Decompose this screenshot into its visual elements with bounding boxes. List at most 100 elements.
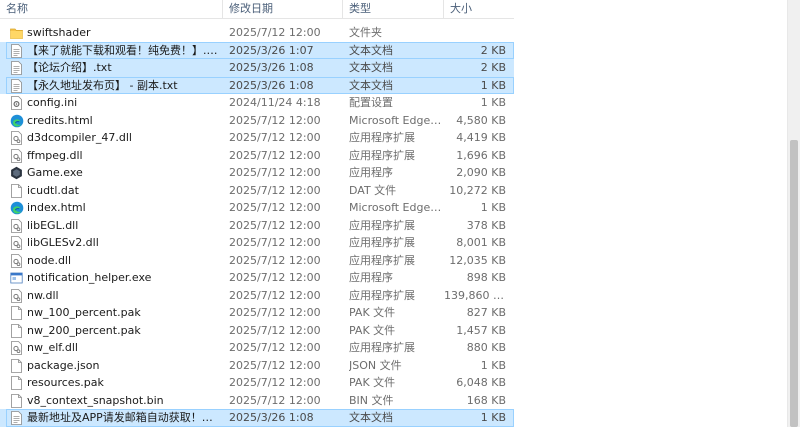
file-name: 最新地址及APP请发邮箱自动获取！！！.... bbox=[27, 411, 221, 424]
file-row[interactable]: swiftshader 2025/7/12 12:00 文件夹 bbox=[0, 24, 514, 42]
folder-icon bbox=[10, 26, 23, 40]
file-name: nw_100_percent.pak bbox=[27, 306, 141, 319]
file-date-modified: 2025/7/12 12:00 bbox=[229, 148, 321, 162]
file-type: 文本文档 bbox=[349, 61, 393, 74]
file-row[interactable]: 【论坛介绍】.txt 2025/3/26 1:08 文本文档 2 KB bbox=[0, 59, 514, 77]
blank-file-icon bbox=[10, 393, 23, 408]
file-name: index.html bbox=[27, 201, 86, 214]
file-date-modified: 2025/7/12 12:00 bbox=[229, 376, 321, 389]
vertical-scrollbar[interactable] bbox=[787, 0, 800, 427]
file-size: 139,860 KB bbox=[444, 288, 506, 302]
file-size: 2 KB bbox=[480, 61, 506, 74]
file-row[interactable]: d3dcompiler_47.dll 2025/7/12 12:00 应用程序扩展 4… bbox=[0, 129, 514, 147]
file-row[interactable]: libGLESv2.dll 2025/7/12 12:00 应用程序扩展 8,001 … bbox=[0, 234, 514, 252]
file-type: 应用程序扩展 bbox=[349, 218, 415, 232]
file-list: swiftshader 2025/7/12 12:00 文件夹 【来了就能下载和观看！… bbox=[0, 24, 514, 427]
file-date-modified: 2025/7/12 12:00 bbox=[229, 166, 321, 179]
file-date-modified: 2025/7/12 12:00 bbox=[229, 358, 321, 372]
file-row[interactable]: icudtl.dat 2025/7/12 12:00 DAT 文件 10,272 KB bbox=[0, 182, 514, 200]
scrollbar-thumb[interactable] bbox=[790, 140, 798, 427]
file-size: 1,457 KB bbox=[456, 323, 506, 337]
file-row[interactable]: config.ini 2024/11/24 4:18 配置设置 1 KB bbox=[0, 94, 514, 112]
file-row[interactable]: 【来了就能下载和观看！纯免费！】.txt 2025/3/26 1:07 文本文档 2 … bbox=[0, 41, 514, 59]
file-name: nw_200_percent.pak bbox=[27, 323, 141, 337]
file-date-modified: 2025/3/26 1:08 bbox=[229, 411, 314, 424]
file-type: 应用程序扩展 bbox=[349, 148, 415, 162]
file-type: BIN 文件 bbox=[349, 393, 394, 407]
file-name: node.dll bbox=[27, 253, 72, 267]
file-date-modified: 2025/7/12 12:00 bbox=[229, 201, 321, 214]
file-size bbox=[444, 24, 506, 42]
file-date-modified: 2024/11/24 4:18 bbox=[229, 96, 321, 109]
text-file-icon bbox=[10, 411, 23, 425]
file-row[interactable]: notification_helper.exe 2025/7/12 12:00 应用… bbox=[0, 269, 514, 287]
file-size: 168 KB bbox=[466, 393, 506, 407]
file-type: 应用程序 bbox=[349, 166, 393, 179]
file-row[interactable]: index.html 2025/7/12 12:00 Microsoft Edge … bbox=[0, 199, 514, 217]
file-date-modified: 2025/7/12 12:00 bbox=[229, 113, 321, 127]
file-row[interactable]: 最新地址及APP请发邮箱自动获取！！！.... 2025/3/26 1:08 文本文… bbox=[0, 409, 514, 427]
column-header-row: 名称 修改日期 类型 大小 bbox=[0, 0, 514, 19]
file-type: JSON 文件 bbox=[349, 358, 402, 372]
file-type: PAK 文件 bbox=[349, 376, 396, 389]
dll-icon bbox=[10, 341, 23, 355]
column-header-type[interactable]: 类型 bbox=[343, 0, 444, 18]
file-size: 8,001 KB bbox=[456, 236, 506, 249]
column-header-size[interactable]: 大小 bbox=[444, 0, 514, 18]
file-name: icudtl.dat bbox=[27, 183, 79, 197]
file-row[interactable]: nw.dll 2025/7/12 12:00 应用程序扩展 139,860 KB bbox=[0, 287, 514, 305]
settings-file-icon bbox=[10, 96, 23, 110]
file-row[interactable]: package.json 2025/7/12 12:00 JSON 文件 1 KB bbox=[0, 357, 514, 375]
file-date-modified: 2025/3/26 1:08 bbox=[229, 61, 314, 74]
file-size: 4,419 KB bbox=[456, 131, 506, 144]
file-date-modified: 2025/7/12 12:00 bbox=[229, 183, 321, 197]
file-type: 应用程序扩展 bbox=[349, 236, 415, 249]
file-type: 文本文档 bbox=[349, 43, 393, 57]
file-name: nw.dll bbox=[27, 288, 59, 302]
file-row[interactable]: nw_200_percent.pak 2025/7/12 12:00 PAK 文件 1… bbox=[0, 322, 514, 340]
file-size: 1 KB bbox=[480, 411, 506, 424]
file-name: 【来了就能下载和观看！纯免费！】.txt bbox=[27, 43, 221, 57]
file-row[interactable]: resources.pak 2025/7/12 12:00 PAK 文件 6,048 … bbox=[0, 374, 514, 392]
file-row[interactable]: nw_elf.dll 2025/7/12 12:00 应用程序扩展 880 KB bbox=[0, 339, 514, 357]
file-date-modified: 2025/7/12 12:00 bbox=[229, 253, 321, 267]
file-name: libGLESv2.dll bbox=[27, 236, 99, 249]
file-size: 1 KB bbox=[480, 96, 506, 109]
file-type: 文本文档 bbox=[349, 411, 393, 424]
file-name: 【永久地址发布页】 - 副本.txt bbox=[27, 78, 178, 92]
file-name: Game.exe bbox=[27, 166, 83, 179]
column-header-date-modified[interactable]: 修改日期 bbox=[223, 0, 343, 18]
file-size: 898 KB bbox=[466, 271, 506, 284]
file-row[interactable]: ffmpeg.dll 2025/7/12 12:00 应用程序扩展 1,696 KB bbox=[0, 147, 514, 165]
file-row[interactable]: 【永久地址发布页】 - 副本.txt 2025/3/26 1:08 文本文档 1 KB bbox=[0, 76, 514, 94]
file-size: 12,035 KB bbox=[449, 253, 506, 267]
file-date-modified: 2025/7/12 12:00 bbox=[229, 306, 321, 319]
edge-icon bbox=[10, 114, 24, 128]
file-date-modified: 2025/7/12 12:00 bbox=[229, 26, 321, 39]
blank-file-icon bbox=[10, 376, 23, 390]
file-row[interactable]: libEGL.dll 2025/7/12 12:00 应用程序扩展 378 KB bbox=[0, 217, 514, 235]
column-header-name[interactable]: 名称 bbox=[0, 0, 223, 18]
file-type: Microsoft Edge ... bbox=[349, 201, 443, 214]
file-type: 应用程序扩展 bbox=[349, 131, 415, 144]
file-row[interactable]: Game.exe 2025/7/12 12:00 应用程序 2,090 KB bbox=[0, 164, 514, 182]
file-type: 应用程序扩展 bbox=[349, 341, 415, 354]
file-row[interactable]: v8_context_snapshot.bin 2025/7/12 12:00 BI… bbox=[0, 392, 514, 410]
file-name: config.ini bbox=[27, 96, 78, 109]
file-type: PAK 文件 bbox=[349, 306, 396, 319]
file-row[interactable]: credits.html 2025/7/12 12:00 Microsoft Edg… bbox=[0, 112, 514, 130]
file-type: 应用程序 bbox=[349, 271, 393, 284]
dll-icon bbox=[10, 288, 23, 303]
file-size: 4,580 KB bbox=[456, 113, 506, 127]
file-row[interactable]: node.dll 2025/7/12 12:00 应用程序扩展 12,035 KB bbox=[0, 252, 514, 270]
file-type: 文本文档 bbox=[349, 78, 393, 92]
dll-icon bbox=[10, 148, 23, 163]
file-type: PAK 文件 bbox=[349, 323, 396, 337]
file-row[interactable]: nw_100_percent.pak 2025/7/12 12:00 PAK 文件 8… bbox=[0, 304, 514, 322]
file-size: 6,048 KB bbox=[456, 376, 506, 389]
file-size: 1,696 KB bbox=[456, 148, 506, 162]
file-size: 827 KB bbox=[466, 306, 506, 319]
blank-file-icon bbox=[10, 306, 23, 320]
dll-icon bbox=[10, 253, 23, 268]
file-name: notification_helper.exe bbox=[27, 271, 152, 284]
